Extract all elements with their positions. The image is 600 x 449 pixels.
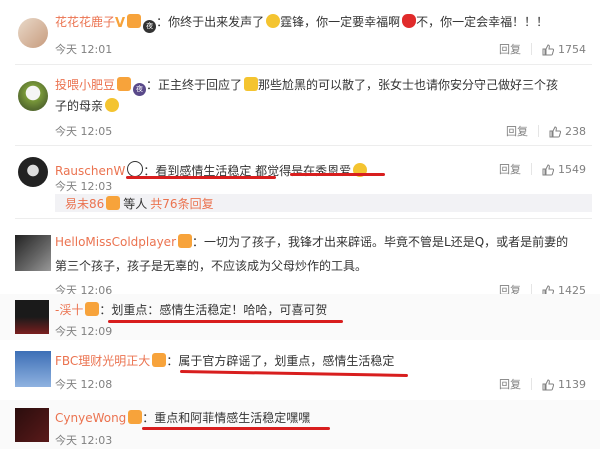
member-badge-icon: 夜 [143, 20, 157, 33]
comment-text-line: FBC理财光明正大 ：属于官方辟谣了，划重点，感情生活稳定 [55, 353, 394, 368]
thumbs-up-icon [542, 43, 554, 55]
verified-v-icon: V [115, 16, 126, 31]
thumbs-up-icon [542, 378, 554, 390]
like-button[interactable]: 238 [549, 125, 586, 138]
avatar[interactable] [18, 157, 48, 187]
timestamp: 今天 12:03 [55, 180, 113, 193]
highlight-underline [126, 176, 276, 179]
reply-button[interactable]: 回复 [499, 41, 521, 57]
like-button[interactable]: 1139 [542, 378, 586, 391]
comment-text-2: 那些尬黑的可以散了，张女士也请你安分守己做好三个孩 [258, 78, 559, 92]
highlight-underline [179, 370, 409, 377]
avatar[interactable] [15, 300, 49, 334]
avatar[interactable] [18, 18, 48, 48]
like-button[interactable]: 1754 [542, 43, 586, 56]
comment-text-line: 投喂小肥豆 夜：正主终于回应了 那些尬黑的可以散了，张女士也请你安分守己做好三个孩 [55, 77, 558, 96]
comment-text-line: CynyeWong ：重点和阿菲情感生活稳定嘿嘿 [55, 410, 310, 425]
comment-actions: 回复 1139 [499, 376, 586, 392]
timestamp: 今天 12:03 [55, 434, 113, 447]
like-count: 1139 [558, 377, 586, 391]
comment-text: ：你终于出来发声了 [156, 15, 265, 29]
reply-username[interactable]: 易未86 [65, 197, 104, 211]
username[interactable]: 花花花鹿子 [55, 15, 115, 29]
like-count: 238 [565, 124, 586, 138]
emoji-icon [266, 14, 281, 28]
divider [538, 125, 539, 137]
comment-item: FBC理财光明正大 ：属于官方辟谣了，划重点，感情生活稳定 今天 12:08 回复… [0, 341, 600, 397]
comment-text-2: 霆锋，你一定要幸福啊 [280, 15, 401, 29]
heart-icon [402, 14, 417, 28]
reply-preview[interactable]: 易未86 等人 共76条回复 [55, 194, 592, 212]
member-badge-icon: 夜 [133, 83, 147, 96]
comment-text-cont: 第三个孩子，孩子是无辜的，不应该成为父母炒作的工具。 [55, 259, 368, 273]
comment-text-3: 不，你一定会幸福！！！ [416, 15, 549, 29]
timestamp: 今天 12:09 [55, 325, 113, 338]
like-button[interactable]: 1549 [542, 163, 586, 176]
thumbs-up-icon [542, 163, 554, 175]
avatar[interactable] [18, 81, 48, 111]
vip-badge-icon [127, 14, 142, 28]
more-replies-link[interactable]: 共76条回复 [150, 197, 213, 211]
avatar[interactable] [15, 235, 51, 271]
reply-button[interactable]: 回复 [499, 161, 521, 177]
username[interactable]: FBC理财光明正大 [55, 354, 150, 368]
comment-item: 花花花鹿子V 夜：你终于出来发声了 霆锋，你一定要幸福啊 不，你一定会幸福！！！ 今天… [0, 0, 600, 64]
username[interactable]: RauschenW [55, 164, 125, 178]
reply-preview-text: 易未86 等人 共76条回复 [65, 196, 214, 211]
divider [531, 163, 532, 175]
comment-text: ：重点和阿菲情感生活稳定嘿嘿 [142, 411, 311, 425]
comment-actions: 回复 1549 [499, 161, 586, 177]
vip-badge-icon [178, 234, 193, 248]
username[interactable]: CynyeWong [55, 411, 126, 425]
panda-icon [127, 161, 144, 177]
username[interactable]: 投喂小肥豆 [55, 78, 115, 92]
vip-badge-icon [152, 353, 167, 367]
comment-text: ：正主终于回应了 [146, 78, 243, 92]
comment-text: ：属于官方辟谣了，划重点，感情生活稳定 [166, 354, 395, 368]
vip-badge-icon [106, 196, 121, 210]
divider [531, 378, 532, 390]
vip-badge-icon [117, 77, 132, 91]
comment-text-line: 第三个孩子，孩子是无辜的，不应该成为父母炒作的工具。 [55, 259, 367, 273]
comment-text-line: 花花花鹿子V 夜：你终于出来发声了 霆锋，你一定要幸福啊 不，你一定会幸福！！！ [55, 14, 548, 33]
vip-badge-icon [85, 302, 100, 316]
thumbs-up-icon [549, 125, 561, 137]
divider [531, 43, 532, 55]
like-count: 1754 [558, 42, 586, 56]
comment-text-line: -渓十 ：划重点：感情生活稳定！哈哈，可喜可贺 [55, 302, 327, 317]
username[interactable]: -渓十 [55, 303, 83, 317]
comment-item: CynyeWong ：重点和阿菲情感生活稳定嘿嘿 今天 12:03 [0, 400, 600, 449]
highlight-underline [142, 427, 330, 430]
reply-button[interactable]: 回复 [506, 123, 528, 139]
comment-item: -渓十 ：划重点：感情生活稳定！哈哈，可喜可贺 今天 12:09 [0, 294, 600, 340]
doge-emoji-icon [244, 77, 259, 91]
avatar[interactable] [15, 408, 49, 442]
comment-item: HelloMissColdplayer ：一切为了孩子，我锋才出来辟谣。毕竟不管是… [0, 219, 600, 297]
timestamp: 今天 12:01 [55, 43, 113, 56]
smile-emoji-icon [105, 98, 120, 112]
comment-actions: 回复 238 [506, 123, 586, 139]
comment-item: RauschenW ：看到感情生活稳定 都觉得是在秀恩爱 今天 12:03 回复 … [0, 146, 600, 216]
reply-mid-text: 等人 [123, 197, 148, 211]
timestamp: 今天 12:08 [55, 378, 113, 391]
username[interactable]: HelloMissColdplayer [55, 235, 176, 249]
highlight-underline [108, 320, 343, 323]
like-count: 1549 [558, 162, 586, 176]
highlight-underline [290, 173, 385, 176]
vip-badge-icon [128, 410, 143, 424]
comment-text-line: 子的母亲 [55, 98, 120, 113]
comment-text-cont: 子的母亲 [55, 99, 104, 113]
comment-item: 投喂小肥豆夜：正主终于回应了 那些尬黑的可以散了，张女士也请你安分守己做好三个孩 … [0, 65, 600, 141]
comment-text: ：划重点：感情生活稳定！哈哈，可喜可贺 [99, 303, 328, 317]
reply-button[interactable]: 回复 [499, 376, 521, 392]
timestamp: 今天 12:05 [55, 125, 113, 138]
comment-actions: 回复 1754 [499, 41, 586, 57]
comment-text: ：一切为了孩子，我锋才出来辟谣。毕竟不管是L还是Q，或者是前妻的 [192, 235, 569, 249]
avatar[interactable] [15, 351, 51, 387]
comment-text-line: HelloMissColdplayer ：一切为了孩子，我锋才出来辟谣。毕竟不管是… [55, 234, 568, 249]
